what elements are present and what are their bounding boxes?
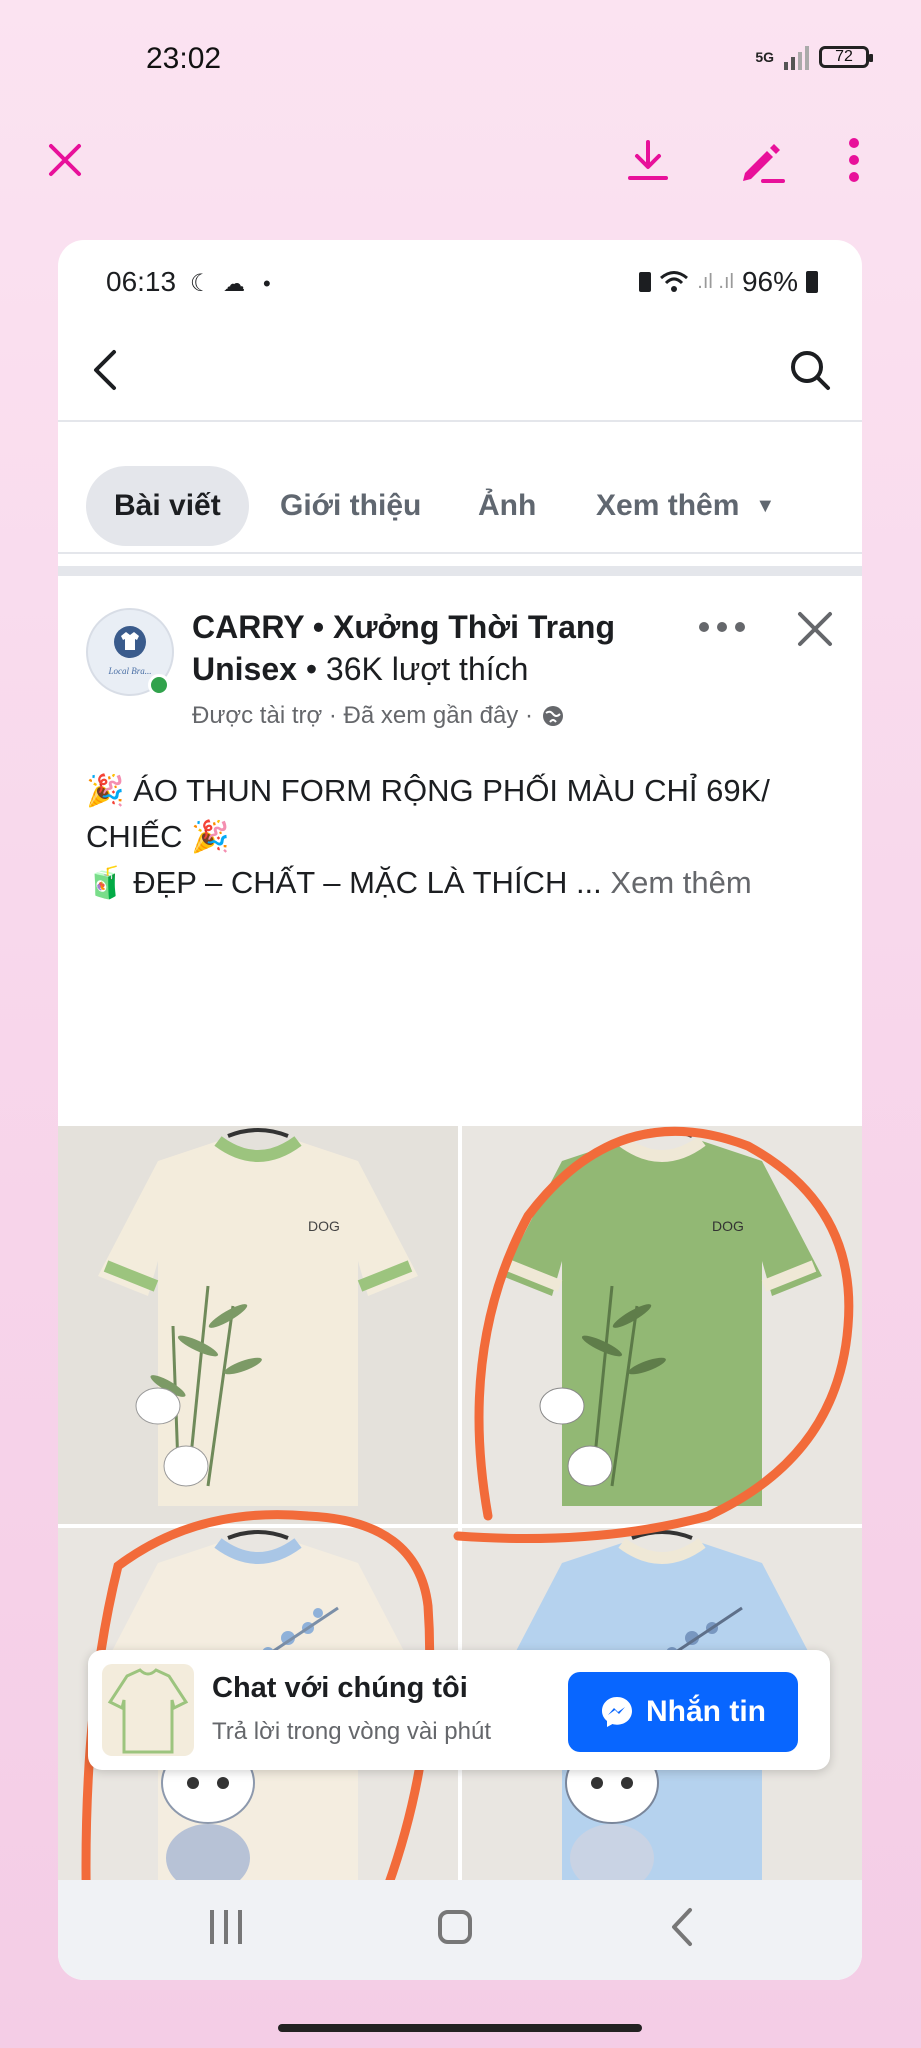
messenger-icon: [602, 1697, 632, 1727]
caption-line1: 🎉 ÁO THUN FORM RỘNG PHỐI MÀU CHỈ 69K/: [86, 773, 770, 808]
chat-title: Chat với chúng tôi: [212, 1672, 468, 1704]
likes-text: 36K lượt thích: [325, 651, 529, 687]
outer-clock: 23:02: [146, 42, 222, 75]
caption-line3-text: 🧃 ĐẸP – CHẤT – MẶC LÀ THÍCH ...: [86, 865, 602, 900]
signal-icon: .ıl .ıl: [697, 270, 734, 293]
wifi-icon: [660, 271, 689, 292]
send-message-label: Nhắn tin: [646, 1695, 766, 1728]
outer-status-bar: 23:02 5G 72: [0, 0, 921, 120]
chat-thumbnail: [102, 1664, 194, 1756]
recent-apps-icon[interactable]: [210, 1910, 242, 1944]
inner-battery-level: 96%: [741, 266, 798, 297]
dot-icon: •: [262, 271, 271, 296]
close-icon[interactable]: [35, 130, 95, 190]
caption-line3: 🧃 ĐẸP – CHẤT – MẶC LÀ THÍCH ... Xem thêm: [86, 860, 846, 906]
post-caption: 🎉 ÁO THUN FORM RỘNG PHỐI MÀU CHỈ 69K/ CH…: [86, 768, 846, 906]
cell-signal-icon: [784, 44, 809, 70]
caret-down-icon: ▼: [755, 494, 776, 517]
product-image-grid: DOG DOG: [58, 1126, 862, 1926]
page-navbar: [58, 320, 862, 422]
more-horizontal-icon[interactable]: [698, 620, 746, 638]
network-label: 5G: [755, 49, 774, 65]
chat-cta-bar: Chat với chúng tôi Trả lời trong vòng và…: [88, 1650, 830, 1770]
annotation-circle-green: [81, 1126, 854, 1926]
more-vertical-icon[interactable]: [824, 130, 884, 190]
inner-battery-icon: [806, 271, 818, 293]
download-icon[interactable]: [618, 130, 678, 190]
page-name-line2: Unisex: [192, 651, 297, 687]
back-icon[interactable]: [88, 348, 124, 397]
send-message-button[interactable]: Nhắn tin: [568, 1672, 798, 1752]
inner-status-bar: 06:13 ☾ ☁ • .ıl .ıl 96%: [58, 240, 862, 320]
globe-icon: [542, 706, 563, 726]
home-indicator[interactable]: [278, 2024, 642, 2032]
home-icon[interactable]: [438, 1910, 472, 1944]
post-meta-text: Được tài trợ · Đã xem gần đây ·: [192, 702, 533, 729]
post-meta: Được tài trợ · Đã xem gần đây ·: [192, 702, 565, 730]
inner-clock: 06:13 ☾ ☁ •: [106, 266, 271, 298]
tab-see-more-label: Xem thêm: [596, 489, 740, 522]
tab-about[interactable]: Giới thiệu: [280, 466, 421, 546]
screenshot-preview: 06:13 ☾ ☁ • .ıl .ıl 96% Bài viết Giới th…: [58, 240, 862, 1980]
online-indicator: [148, 674, 170, 696]
chat-subtitle: Trả lời trong vòng vài phút: [212, 1718, 491, 1745]
page-name-line1: CARRY • Xưởng Thời Trang: [192, 609, 615, 645]
back-nav-icon[interactable]: [666, 1906, 696, 1953]
cloud-icon: ☁: [223, 271, 246, 296]
caption-line2: CHIẾC 🎉: [86, 819, 230, 854]
svg-text:Local Bra...: Local Bra...: [107, 666, 151, 676]
likes-count: • 36K lượt thích: [305, 651, 529, 687]
edit-icon[interactable]: [732, 130, 792, 190]
see-more-link[interactable]: Xem thêm: [610, 865, 751, 900]
section-divider: [58, 566, 862, 576]
outer-battery-level: 72: [835, 48, 853, 65]
inner-time-text: 06:13: [106, 266, 177, 297]
battery-saver-icon: [639, 272, 652, 292]
search-icon[interactable]: [788, 348, 832, 397]
inner-status-icons: .ıl .ıl 96%: [639, 266, 818, 298]
inner-bottom-nav: [58, 1880, 862, 1980]
tab-see-more[interactable]: Xem thêm ▼: [596, 466, 775, 546]
outer-battery-icon: 72: [819, 46, 873, 68]
moon-icon: ☾: [189, 270, 212, 297]
outer-status-icons: 5G 72: [755, 44, 873, 70]
hide-post-icon[interactable]: [794, 608, 836, 655]
page-tabs: Bài viết Giới thiệu Ảnh Xem thêm ▼: [58, 422, 862, 554]
tab-posts[interactable]: Bài viết: [86, 466, 249, 546]
tab-photos[interactable]: Ảnh: [478, 466, 536, 546]
page-name[interactable]: CARRY • Xưởng Thời Trang Unisex • 36K lư…: [192, 606, 692, 690]
